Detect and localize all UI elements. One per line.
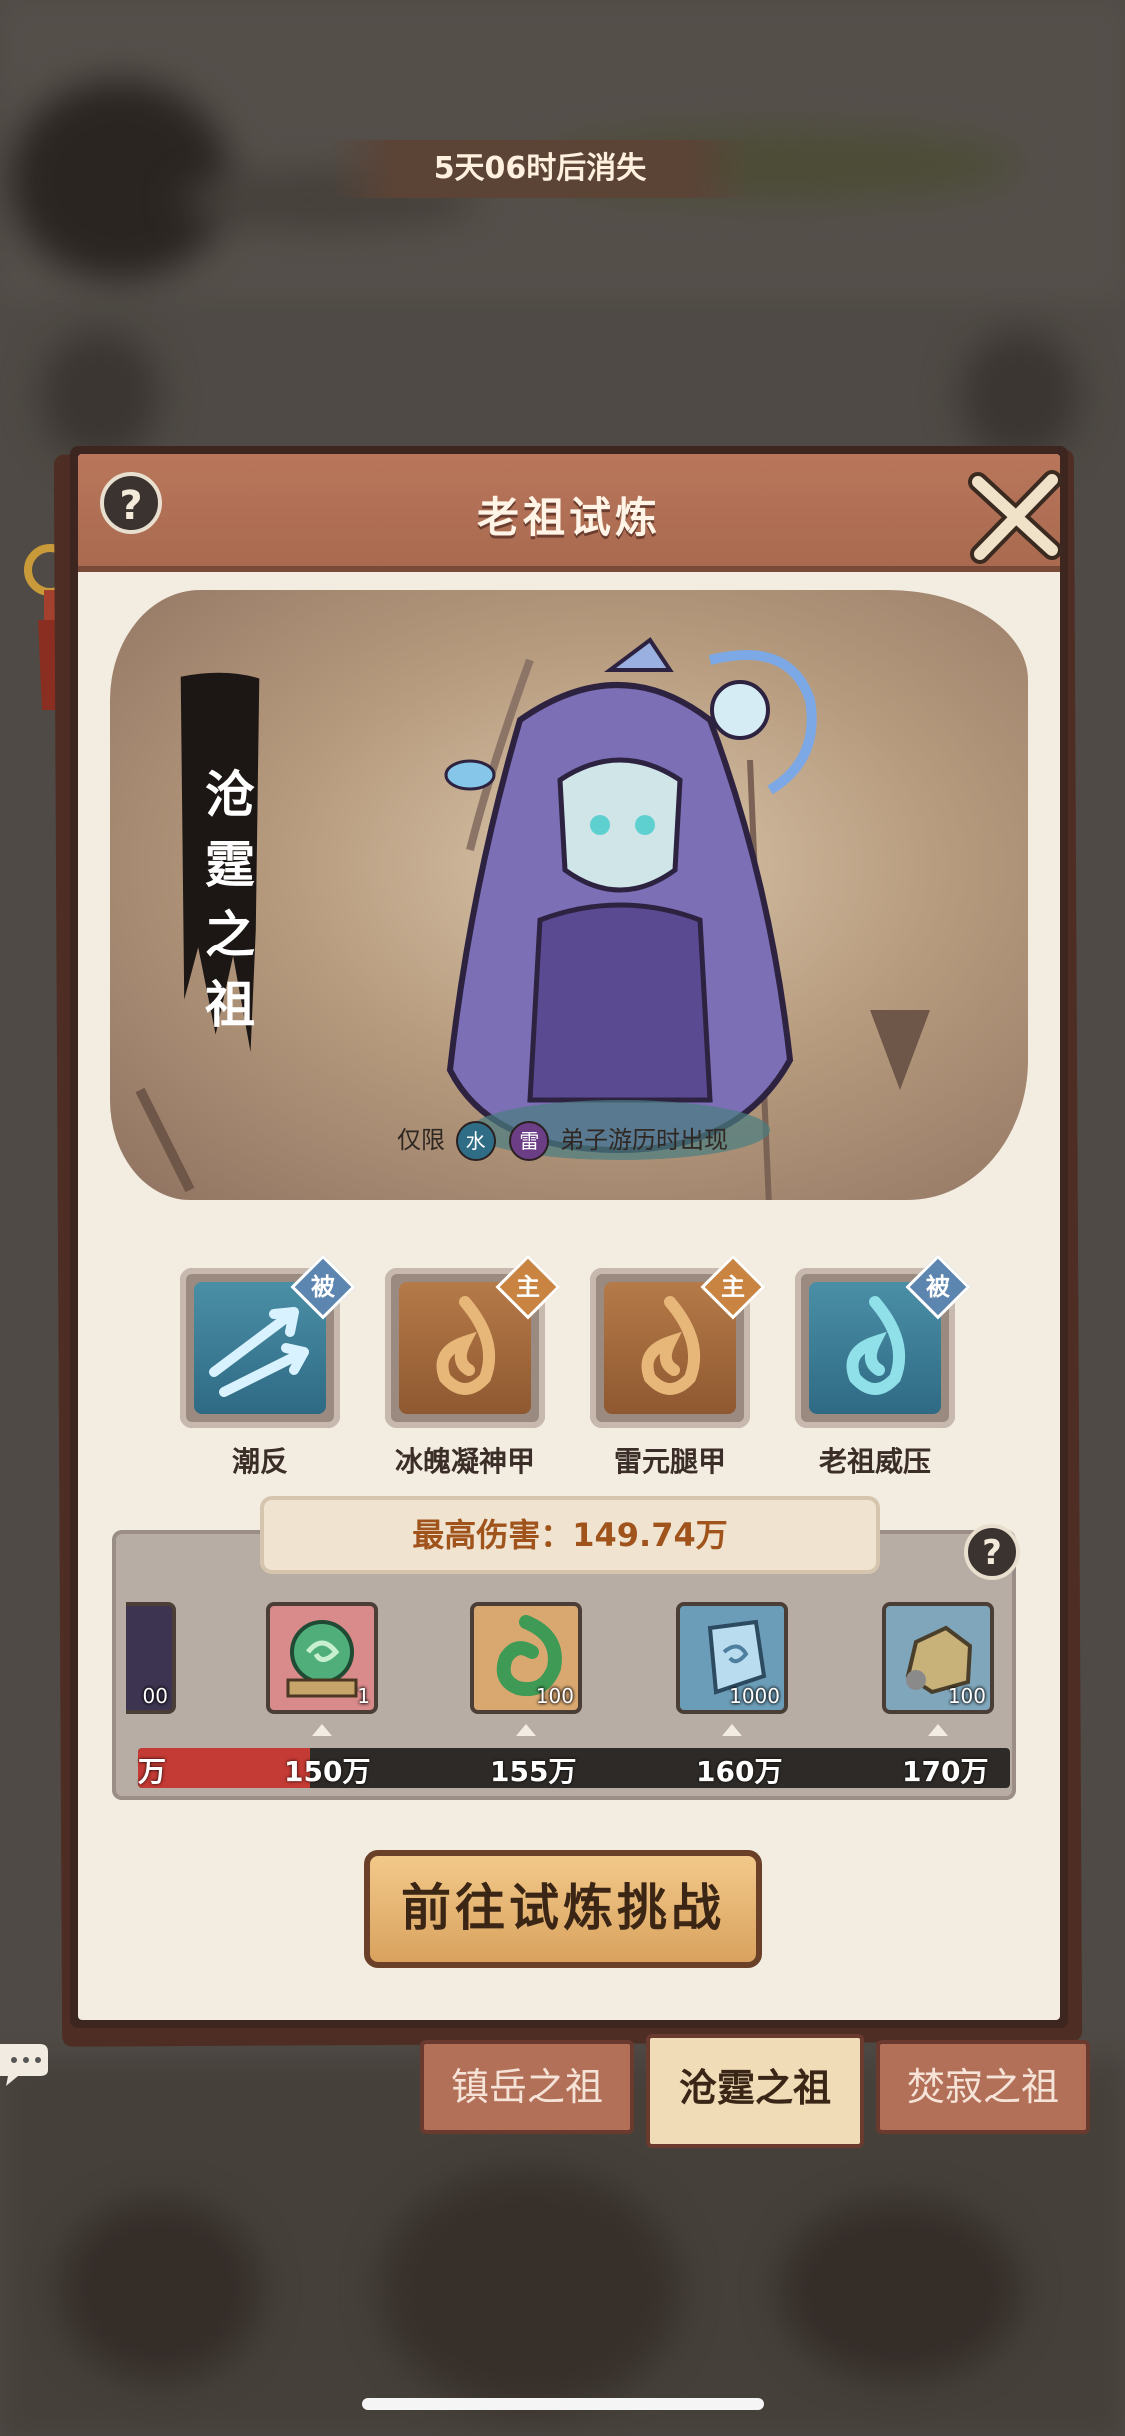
go-challenge-button[interactable]: 前往试炼挑战: [364, 1850, 762, 1968]
thunder-element-badge: 雷: [509, 1121, 550, 1161]
restriction-prefix: 仅限: [397, 1126, 446, 1154]
reward-item-4[interactable]: 100: [882, 1602, 994, 1714]
home-indicator: [362, 2398, 764, 2410]
tab-canglting[interactable]: 沧霆之祖: [646, 2034, 864, 2148]
boss-name-char: 霆: [205, 835, 255, 894]
close-icon[interactable]: [960, 462, 1070, 572]
boss-name-char: 沧: [205, 765, 255, 824]
water-element-badge: 水: [455, 1121, 496, 1161]
expiry-timer: 5天06时后消失: [330, 140, 750, 198]
reward-count: 100: [947, 1684, 986, 1708]
skill-slot-4[interactable]: 被 老祖威压: [795, 1254, 971, 1480]
reward-count: 00: [142, 1684, 168, 1708]
tier-marker: [516, 1724, 536, 1736]
tier-tick-partial: 万: [138, 1755, 167, 1788]
spirit-orb-icon: [444, 759, 496, 791]
restriction-note: 仅限 水 雷 弟子游历时出现: [0, 1120, 1125, 1161]
skill-label: 老祖威压: [818, 1445, 931, 1478]
skill-label: 雷元腿甲: [613, 1445, 726, 1478]
skill-slot-1[interactable]: 被 潮反: [180, 1254, 356, 1480]
reward-count: 100: [535, 1684, 574, 1708]
boss-character: [446, 637, 817, 1160]
boss-name: 沧 霆 之 祖: [190, 760, 270, 1040]
chat-bubble-icon[interactable]: [0, 2036, 50, 2086]
rewards-help-button[interactable]: ?: [964, 1524, 1020, 1580]
reward-item-2[interactable]: 100: [470, 1602, 582, 1714]
tier-tick-label: 150万: [284, 1755, 371, 1788]
tier-marker: [722, 1724, 742, 1736]
restriction-suffix: 弟子游历时出现: [559, 1126, 728, 1154]
reward-item-partial[interactable]: 00: [126, 1602, 176, 1714]
tier-marker: [312, 1724, 332, 1736]
boss-name-char: 祖: [205, 975, 255, 1034]
tier-tick-label: 170万: [902, 1755, 989, 1788]
boss-name-char: 之: [205, 905, 255, 964]
skill-slot-3[interactable]: 主 雷元腿甲: [590, 1254, 766, 1480]
modal-title: 老祖试炼: [476, 493, 661, 542]
help-button[interactable]: ?: [100, 472, 162, 534]
tier-marker: [928, 1724, 948, 1736]
tab-zhenyue[interactable]: 镇岳之祖: [420, 2040, 634, 2134]
reward-item-1[interactable]: 1: [266, 1602, 378, 1714]
max-damage-label: 最高伤害：149.74万: [260, 1496, 880, 1574]
skill-label: 冰魄凝神甲: [394, 1445, 535, 1478]
reward-count: 1000: [729, 1684, 780, 1708]
reward-count: 1: [357, 1684, 370, 1708]
tier-tick-label: 155万: [490, 1755, 577, 1788]
reward-item-3[interactable]: 1000: [676, 1602, 788, 1714]
modal-header: 老祖试炼: [78, 454, 1060, 572]
skill-slot-2[interactable]: 主 冰魄凝神甲: [385, 1254, 561, 1480]
tier-tick-label: 160万: [696, 1755, 783, 1788]
skill-label: 潮反: [231, 1445, 288, 1478]
tab-fenji[interactable]: 焚寂之祖: [876, 2040, 1090, 2134]
